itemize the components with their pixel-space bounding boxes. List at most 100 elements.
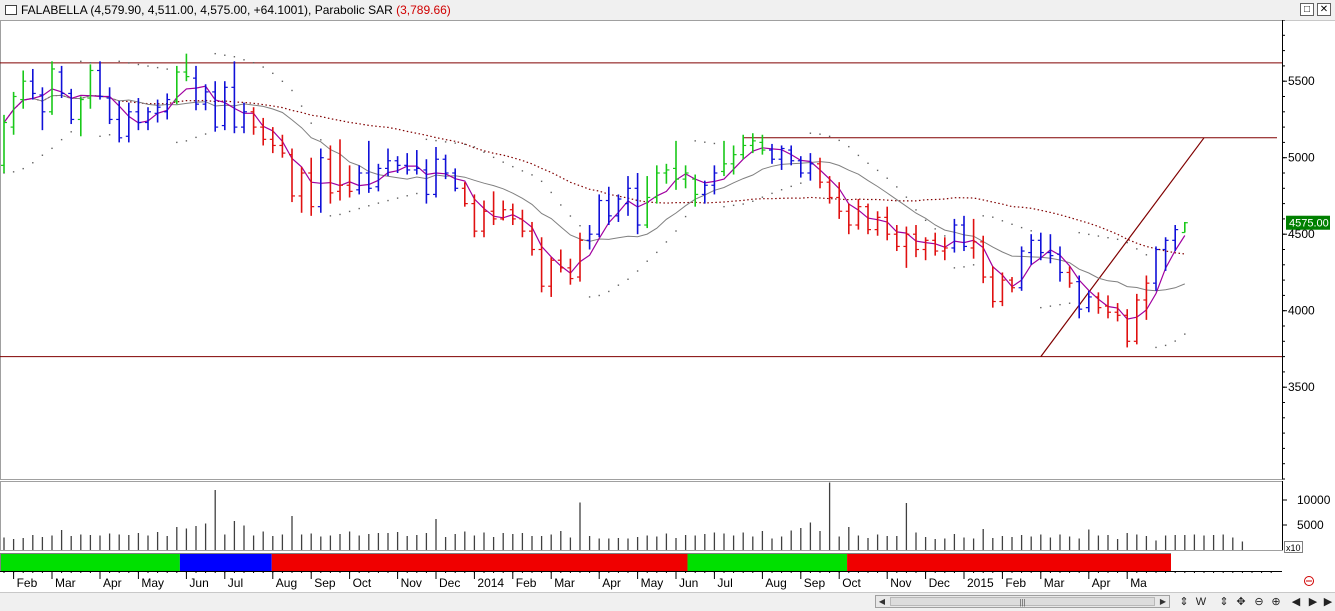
volume-panel: 5000 10000 x10	[0, 481, 1331, 553]
sar-dot	[761, 196, 764, 198]
sar-dot	[1126, 241, 1128, 244]
sar-dot	[128, 62, 130, 64]
sar-dot	[1011, 223, 1013, 225]
sar-dot	[262, 66, 264, 68]
sar-dot	[1107, 237, 1109, 239]
sar-dot	[1184, 333, 1186, 335]
sar-dot	[204, 133, 207, 135]
sar-dot	[454, 142, 456, 144]
horizontal-scrollbar[interactable]: ◀ ||| ▶	[875, 595, 1170, 608]
sar-dot	[1040, 306, 1042, 309]
sar-dot	[627, 278, 629, 280]
sar-dot	[944, 235, 946, 237]
sar-dot	[675, 230, 677, 232]
sar-dot	[550, 191, 552, 194]
sar-dot	[934, 228, 936, 230]
time-tick-label: Mar	[55, 576, 76, 590]
sar-dot	[608, 290, 610, 293]
sar-dot	[22, 167, 24, 170]
time-tick-label: Dec	[439, 576, 460, 590]
sar-dot	[828, 135, 831, 138]
scroll-end-icon[interactable]: ▶	[1320, 594, 1335, 610]
sar-dot	[339, 213, 341, 216]
sar-dot	[857, 154, 860, 157]
sar-dot	[41, 154, 44, 156]
sar-dot	[790, 185, 792, 188]
sar-dot	[329, 215, 332, 217]
price-panel[interactable]: 350040004500500055004575.00	[0, 20, 1330, 480]
sar-dot	[886, 177, 888, 179]
zoom-in-icon[interactable]: ⊕	[1268, 594, 1284, 610]
time-tick-label: Sep	[804, 576, 826, 590]
sar-dot	[425, 138, 428, 141]
sar-dot	[1097, 235, 1100, 237]
sar-dot	[579, 225, 581, 227]
chart-title: FALABELLA (4,579.90, 4,511.00, 4,575.00,…	[21, 0, 451, 20]
time-tick-label: Nov	[890, 576, 911, 590]
trend-band-segment	[847, 554, 1171, 571]
time-tick-label: Apr	[602, 576, 621, 590]
move-icon[interactable]: ✥	[1233, 594, 1249, 610]
scroll-right-icon[interactable]: ▶	[1157, 596, 1169, 607]
time-tick-label: May	[641, 576, 664, 590]
sar-dot	[89, 62, 92, 64]
sar-dot	[819, 133, 821, 135]
time-tick-label: Aug	[276, 576, 297, 590]
sar-dot	[483, 151, 485, 153]
sar-dot	[214, 52, 216, 55]
sar-dot	[166, 68, 168, 70]
chart-window-icon	[5, 5, 17, 15]
sar-dot	[771, 192, 773, 195]
trend-band-segment	[179, 554, 272, 571]
sar-dot	[963, 266, 965, 268]
sar-dot	[521, 170, 524, 172]
close-window-button[interactable]: ✕	[1317, 3, 1331, 16]
stretch-icon[interactable]: ⇕	[1216, 594, 1232, 610]
sar-dot	[924, 219, 927, 222]
scroll-left-icon[interactable]: ◀	[876, 596, 888, 607]
symbol-name: FALABELLA	[21, 3, 88, 17]
sar-dot	[435, 139, 437, 142]
sar-dot	[1116, 238, 1119, 241]
time-tick-label: Jun	[189, 576, 208, 590]
sar-dot	[1078, 231, 1080, 234]
sar-dot	[406, 195, 408, 197]
sar-dot	[1020, 226, 1023, 229]
sar-dot	[1059, 303, 1061, 306]
sar-dot	[809, 132, 812, 134]
price-panel-frame	[0, 20, 1283, 480]
vertical-scale-icon[interactable]: ⇕	[1176, 594, 1192, 610]
time-axis: Feb Mar Apr May Jun Jul Aug Sep Oct Nov Dec 2014 Feb…	[0, 571, 1335, 592]
scroll-back-icon[interactable]: ◀	[1288, 594, 1304, 610]
sar-dot	[953, 267, 956, 269]
sar-dot	[1068, 302, 1071, 304]
sar-dot	[646, 260, 648, 262]
sar-dot	[704, 141, 706, 143]
chart-area[interactable]: 350040004500500055004575.00 500010000x10…	[0, 20, 1335, 592]
sar-dot	[665, 241, 668, 243]
trend-band-segment	[687, 554, 848, 571]
time-tick-label: Aug	[765, 576, 786, 590]
time-tick-label: Jul	[228, 576, 243, 590]
sar-dot	[51, 147, 53, 150]
sar-dot	[291, 89, 293, 92]
price-tick-label: 3500	[1288, 380, 1315, 394]
sar-dot	[752, 200, 754, 202]
sar-dot	[156, 66, 159, 69]
sar-dot	[60, 138, 63, 141]
indicator-value: (3,789.66)	[396, 3, 451, 17]
weekly-period-icon[interactable]: W	[1193, 594, 1209, 610]
time-tick-label: 2014	[477, 576, 504, 590]
time-tick-label: Dec	[929, 576, 950, 590]
time-tick-label: Oct	[842, 576, 861, 590]
sar-dot	[684, 215, 687, 218]
scroll-forward-icon[interactable]: ▶	[1305, 594, 1321, 610]
sar-dot	[1088, 233, 1090, 236]
sar-dot	[540, 180, 543, 183]
sar-dot	[147, 65, 149, 67]
restore-window-button[interactable]: □	[1300, 3, 1314, 16]
zoom-out-icon[interactable]: ⊖	[1251, 594, 1267, 610]
sar-dot	[588, 296, 591, 298]
sar-dot	[732, 204, 735, 207]
scrollbar-thumb[interactable]: |||	[890, 597, 1155, 607]
